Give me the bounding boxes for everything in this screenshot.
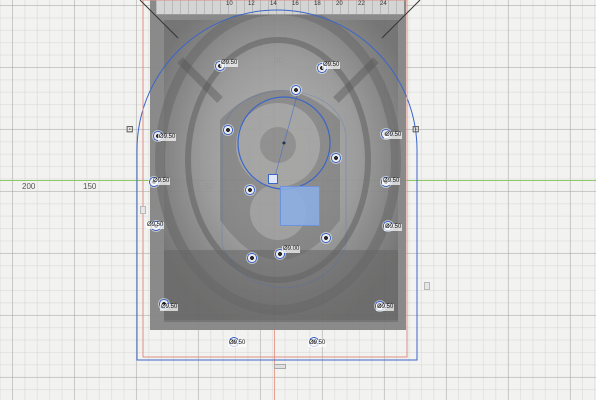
mounting-hole-small[interactable]	[290, 84, 302, 96]
hole-diameter-label[interactable]: Ø9.50	[382, 178, 401, 185]
design-canvas[interactable]: 200 150 50 50 10 12 1	[0, 0, 596, 400]
mounting-hole-small[interactable]	[246, 252, 258, 264]
hole-diameter-label[interactable]: Ø9.50	[322, 62, 341, 69]
mounting-hole-small[interactable]	[244, 184, 256, 196]
hole-diameter-label[interactable]: Ø9.50	[376, 304, 395, 311]
mounting-hole-small[interactable]	[330, 152, 342, 164]
resize-handle-right[interactable]	[424, 282, 430, 290]
constraint-icon[interactable]: ⊡	[126, 124, 134, 135]
hole-diameter-label[interactable]: Ø9.00	[282, 246, 301, 253]
resize-handle-left[interactable]	[140, 206, 146, 214]
resize-handle-bottom[interactable]	[274, 364, 286, 369]
construction-line	[381, 0, 421, 39]
hole-diameter-label[interactable]: Ø9.50	[158, 134, 177, 141]
hole-diameter-label[interactable]: Ø9.50	[308, 340, 327, 347]
hole-diameter-label[interactable]: Ø9.50	[384, 224, 403, 231]
sketch-origin-point[interactable]	[268, 174, 278, 184]
hole-diameter-label[interactable]: Ø9.50	[152, 178, 171, 185]
constraint-icon[interactable]: ⊡	[412, 124, 420, 135]
mounting-hole-small[interactable]	[320, 232, 332, 244]
selected-sketch-profile[interactable]	[280, 186, 320, 226]
hole-diameter-label[interactable]: Ø9.50	[228, 340, 247, 347]
hole-diameter-label[interactable]: Ø9.50	[160, 304, 179, 311]
hole-diameter-label[interactable]: Ø9.50	[146, 222, 165, 229]
construction-line	[139, 0, 179, 39]
hole-diameter-label[interactable]: Ø9.50	[384, 132, 403, 139]
mounting-hole-small[interactable]	[222, 124, 234, 136]
hole-diameter-label[interactable]: Ø9.50	[220, 60, 239, 67]
sketch-mirror-line	[273, 91, 299, 181]
